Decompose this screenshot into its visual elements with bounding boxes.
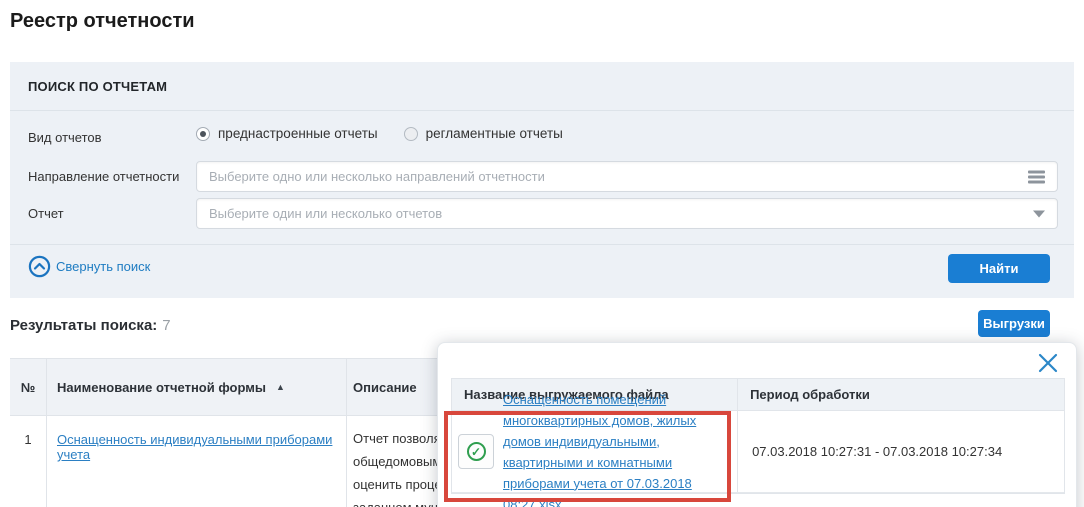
report-form-link[interactable]: Оснащенность индивидуальными приборами у… xyxy=(57,432,346,462)
panel-divider xyxy=(10,244,1074,245)
radio-preconfigured-reports[interactable]: преднастроенные отчеты xyxy=(196,126,378,141)
chevron-down-icon[interactable] xyxy=(1033,210,1045,217)
report-label: Отчет xyxy=(28,206,64,221)
radio-preconfigured-label: преднастроенные отчеты xyxy=(218,126,378,141)
exports-table-row: ✓ Оснащенность помещений многоквартирных… xyxy=(452,411,1064,493)
report-type-radio-group: преднастроенные отчеты регламентные отче… xyxy=(196,126,563,141)
chevron-up-circle-icon xyxy=(28,255,51,278)
col-header-num: № xyxy=(10,359,47,415)
col-header-period: Период обработки xyxy=(738,379,1064,410)
report-select-field[interactable] xyxy=(196,198,1058,229)
exports-button[interactable]: Выгрузки xyxy=(978,310,1050,337)
row-name-cell: Оснащенность индивидуальными приборами у… xyxy=(47,416,347,507)
results-summary: Результаты поиска: 7 xyxy=(10,317,171,334)
success-check-icon: ✓ xyxy=(467,442,486,461)
search-panel-title: ПОИСК ПО ОТЧЕТАМ xyxy=(28,79,167,94)
col-header-name[interactable]: Наименование отчетной формы ▲ xyxy=(47,359,347,415)
exports-popup: Название выгружаемого файла Период обраб… xyxy=(437,342,1077,507)
direction-input[interactable] xyxy=(197,162,1057,191)
collapse-search-link[interactable]: Свернуть поиск xyxy=(28,255,150,278)
search-panel: ПОИСК ПО ОТЧЕТАМ Вид отчетов преднастрое… xyxy=(10,62,1074,298)
collapse-search-label: Свернуть поиск xyxy=(56,259,150,274)
export-file-link[interactable]: Оснащенность помещений многоквартирных д… xyxy=(503,389,735,507)
report-registry-page: Реестр отчетности ПОИСК ПО ОТЧЕТАМ Вид о… xyxy=(0,0,1084,507)
radio-selected-icon[interactable] xyxy=(196,127,210,141)
radio-regulated-reports[interactable]: регламентные отчеты xyxy=(404,126,563,141)
results-count: 7 xyxy=(162,317,170,334)
find-button[interactable]: Найти xyxy=(948,254,1050,283)
report-type-label: Вид отчетов xyxy=(28,130,102,145)
row-number-cell: 1 xyxy=(10,416,47,507)
export-period-cell: 07.03.2018 10:27:31 - 07.03.2018 10:27:3… xyxy=(738,411,1064,492)
list-menu-icon[interactable] xyxy=(1028,168,1045,185)
exports-table: Название выгружаемого файла Период обраб… xyxy=(451,378,1065,494)
page-title: Реестр отчетности xyxy=(10,10,195,33)
sort-asc-icon[interactable]: ▲ xyxy=(276,382,285,392)
direction-label: Направление отчетности xyxy=(28,169,179,184)
report-input[interactable] xyxy=(197,199,1057,228)
radio-unselected-icon[interactable] xyxy=(404,127,418,141)
export-file-cell: ✓ Оснащенность помещений многоквартирных… xyxy=(452,411,738,492)
results-label: Результаты поиска: xyxy=(10,317,157,334)
search-panel-header: ПОИСК ПО ОТЧЕТАМ xyxy=(10,62,1074,111)
direction-select-field[interactable] xyxy=(196,161,1058,192)
radio-regulated-label: регламентные отчеты xyxy=(426,126,563,141)
close-icon[interactable] xyxy=(1034,349,1062,377)
status-chip: ✓ xyxy=(458,434,494,469)
